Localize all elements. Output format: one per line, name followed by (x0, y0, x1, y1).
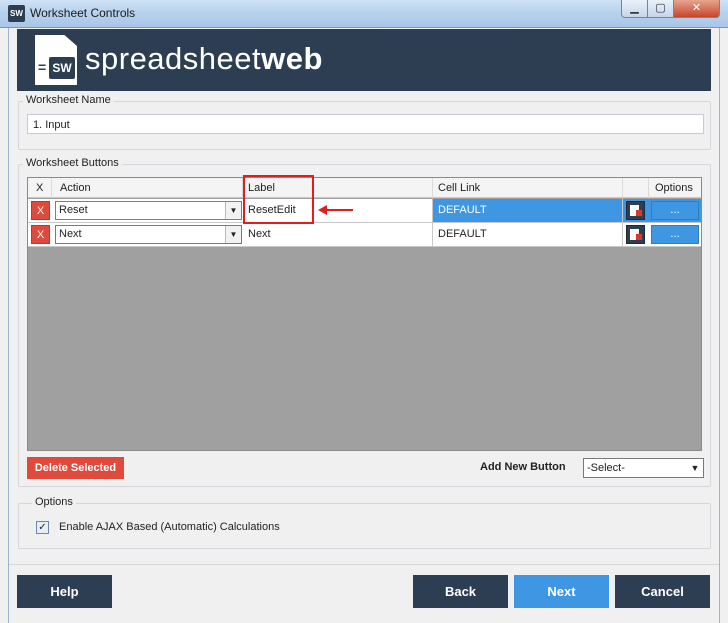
worksheet-buttons-legend: Worksheet Buttons (23, 157, 122, 169)
action-value: Next (59, 228, 82, 240)
spreadsheetweb-logo-bar: = SW spreadsheetweb (17, 29, 711, 91)
label-cell[interactable]: Next (243, 223, 433, 246)
cell-link-cell[interactable]: DEFAULT (433, 223, 623, 246)
add-new-button-label: Add New Button (480, 461, 566, 473)
logo-document-icon: = SW (35, 35, 77, 85)
help-button[interactable]: Help (17, 575, 112, 608)
window-title: Worksheet Controls (30, 6, 136, 20)
ajax-checkbox[interactable]: ✓ (36, 521, 49, 534)
chevron-down-icon[interactable]: ▼ (225, 226, 241, 243)
footer-bar (9, 564, 719, 623)
logo-equals-icon: = (38, 59, 47, 75)
worksheet-name-input[interactable]: 1. Input (27, 114, 704, 134)
logo-prefix: spreadsheet (85, 41, 262, 76)
minimize-button[interactable]: ▁ (621, 0, 648, 18)
annotation-arrow-icon (318, 205, 353, 215)
cell-link-cell[interactable]: DEFAULT (433, 199, 623, 222)
logo-badge: SW (49, 57, 75, 79)
cell-picker-icon[interactable] (626, 201, 645, 220)
chevron-down-icon[interactable]: ▼ (225, 202, 241, 219)
action-value: Reset (59, 204, 88, 216)
add-new-select-value: -Select- (587, 462, 625, 474)
ajax-checkbox-label[interactable]: Enable AJAX Based (Automatic) Calculatio… (59, 521, 280, 533)
options-button[interactable]: ... (651, 225, 699, 244)
table-row[interactable]: X Reset ▼ ResetEdit DEFAULT ... (28, 199, 701, 223)
buttons-grid: X Action Label Cell Link Options X Reset… (27, 177, 702, 451)
delete-row-button[interactable]: X (31, 225, 50, 244)
table-row[interactable]: X Next ▼ Next DEFAULT ... (28, 223, 701, 247)
app-icon: SW (8, 5, 25, 22)
col-header-action[interactable]: Action (52, 178, 243, 198)
col-header-options[interactable]: Options (649, 178, 701, 198)
col-header-cell-link[interactable]: Cell Link (433, 178, 623, 198)
annotation-highlight-box (243, 175, 314, 224)
action-dropdown[interactable]: Next ▼ (55, 225, 242, 244)
col-header-blank (623, 178, 649, 198)
action-dropdown[interactable]: Reset ▼ (55, 201, 242, 220)
next-button[interactable]: Next (514, 575, 609, 608)
maximize-button[interactable]: ▢ (647, 0, 674, 18)
options-legend: Options (32, 496, 76, 508)
col-header-x[interactable]: X (28, 178, 52, 198)
cancel-button[interactable]: Cancel (615, 575, 710, 608)
delete-row-button[interactable]: X (31, 201, 50, 220)
grid-header: X Action Label Cell Link Options (28, 178, 701, 198)
logo-suffix: web (261, 41, 323, 76)
delete-selected-button[interactable]: Delete Selected (27, 457, 124, 479)
back-button[interactable]: Back (413, 575, 508, 608)
close-window-button[interactable]: ✕ (673, 0, 720, 18)
worksheet-name-legend: Worksheet Name (23, 94, 114, 106)
window-titlebar: SW Worksheet Controls ▁ ▢ ✕ (0, 0, 728, 28)
add-new-button-select[interactable]: -Select- ▼ (583, 458, 704, 478)
cell-picker-icon[interactable] (626, 225, 645, 244)
logo-wordmark: spreadsheetweb (85, 41, 323, 77)
options-button[interactable]: ... (651, 201, 699, 220)
chevron-down-icon[interactable]: ▼ (687, 459, 703, 477)
